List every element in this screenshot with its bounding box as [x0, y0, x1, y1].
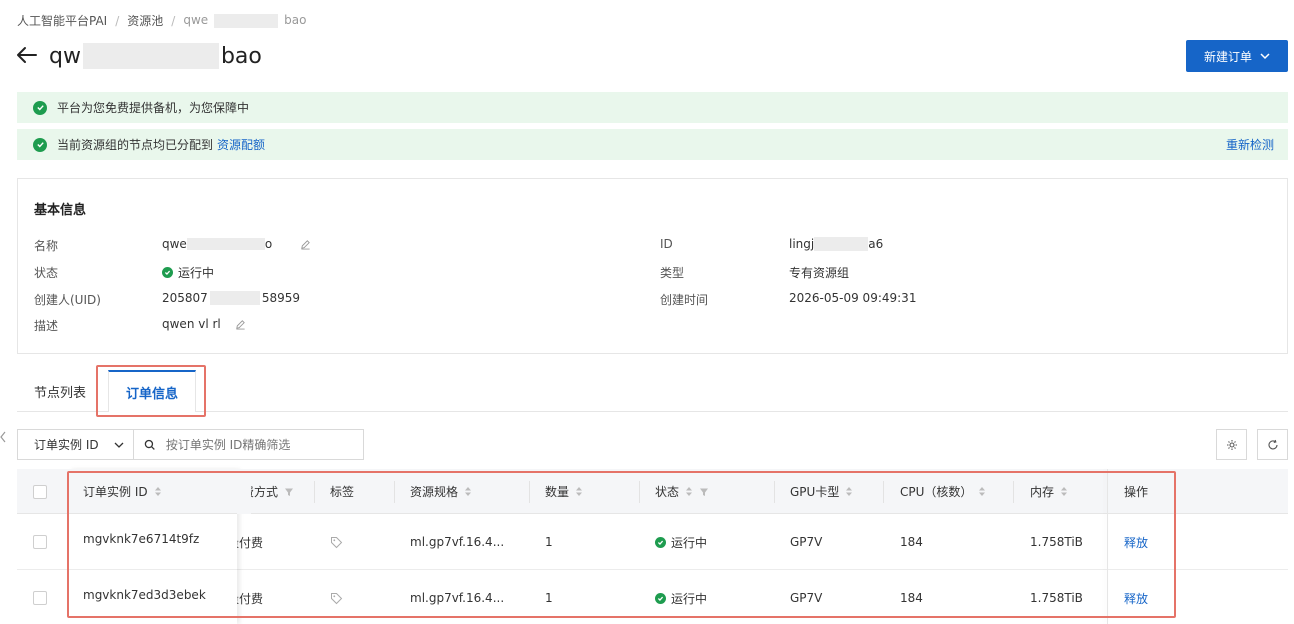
recheck-link[interactable]: 重新检测 — [1226, 136, 1274, 153]
edit-icon[interactable] — [300, 239, 311, 250]
edit-icon[interactable] — [235, 319, 246, 330]
backup-alert: 平台为您免费提供备机，为您保障中 — [17, 92, 1288, 123]
basic-info-card: 基本信息 名称 qwe o 状态 运行中 创建人(UID) 205807 58959… — [17, 178, 1288, 354]
id-label: ID — [660, 237, 673, 251]
check-circle-icon — [33, 100, 47, 115]
desc-value: qwen vl rl — [162, 317, 246, 331]
filter-field-select[interactable]: 订单实例 ID — [17, 429, 134, 460]
status-value: 运行中 — [162, 264, 214, 281]
table-highlight-box — [67, 471, 1176, 618]
settings-button[interactable] — [1216, 429, 1247, 460]
resource-quota-link[interactable]: 资源配额 — [217, 136, 265, 153]
breadcrumb-separator: / — [115, 13, 120, 28]
alert-text: 平台为您免费提供备机，为您保障中 — [57, 101, 250, 115]
creator-value: 205807 58959 — [162, 291, 300, 305]
created-time-label: 创建时间 — [660, 293, 709, 307]
status-label: 状态 — [34, 266, 59, 280]
breadcrumb-separator: / — [171, 13, 176, 28]
row-checkbox[interactable] — [33, 570, 47, 624]
refresh-button[interactable] — [1257, 429, 1288, 460]
search-icon — [144, 439, 155, 450]
created-time-value: 2026-05-09 09:49:31 — [789, 291, 917, 305]
creator-label: 创建人(UID) — [34, 293, 101, 307]
tab-bar: 节点列表 订单信息 — [17, 370, 1288, 412]
chevron-down-icon — [114, 442, 124, 448]
name-value: qwe o — [162, 237, 311, 251]
breadcrumb: 人工智能平台PAI / 资源池 / qwe bao — [17, 12, 306, 29]
collapse-arrow-icon[interactable] — [0, 430, 6, 447]
type-value: 专有资源组 — [789, 266, 850, 280]
check-circle-icon — [162, 267, 173, 278]
id-value: lingj a6 — [789, 237, 884, 251]
desc-label: 描述 — [34, 319, 59, 333]
quota-alert: 当前资源组的节点均已分配到 资源配额 重新检测 — [17, 129, 1288, 160]
type-label: 类型 — [660, 266, 685, 280]
alert-text: 当前资源组的节点均已分配到 — [57, 138, 214, 152]
search-input[interactable] — [165, 437, 353, 452]
new-order-button[interactable]: 新建订单 — [1186, 40, 1288, 72]
row-checkbox[interactable] — [33, 514, 47, 570]
search-box — [134, 429, 364, 460]
breadcrumb-resource-pool[interactable]: 资源池 — [127, 12, 163, 29]
name-label: 名称 — [34, 239, 59, 253]
chevron-down-icon — [1260, 53, 1270, 60]
check-circle-icon — [33, 137, 47, 152]
back-arrow-icon[interactable] — [14, 42, 40, 68]
page-title: qw bao — [49, 43, 262, 69]
refresh-icon — [1268, 439, 1278, 449]
breadcrumb-pai[interactable]: 人工智能平台PAI — [17, 12, 107, 29]
breadcrumb-current: qwe bao — [183, 13, 307, 28]
select-all-checkbox[interactable] — [33, 469, 47, 514]
gear-icon — [1226, 439, 1237, 450]
tab-node-list[interactable]: 节点列表 — [34, 370, 86, 412]
basic-info-title: 基本信息 — [34, 203, 87, 218]
tab-highlight-box — [96, 365, 206, 417]
